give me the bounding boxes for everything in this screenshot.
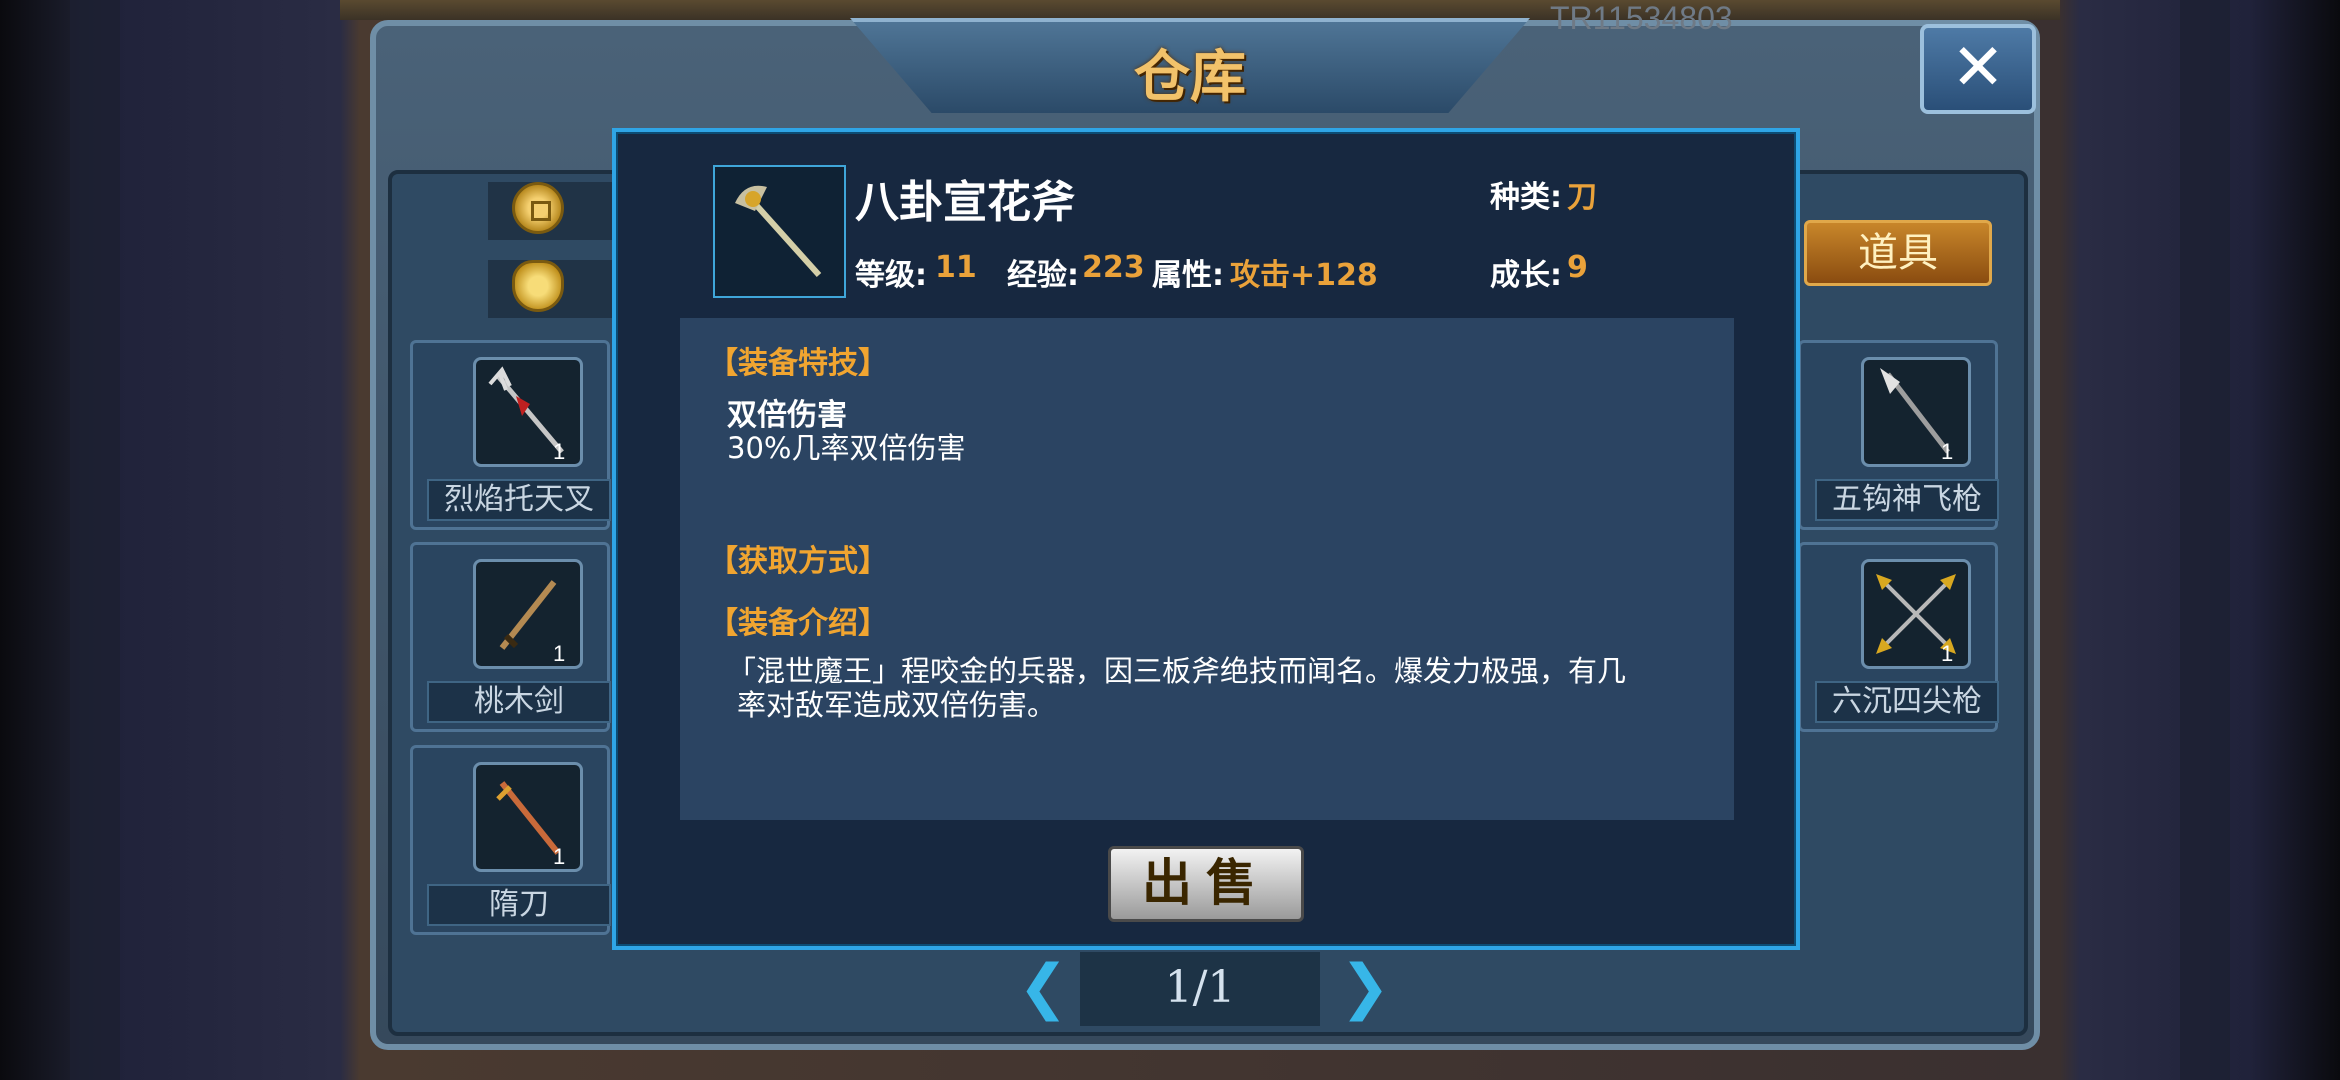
- background-top-bar: [340, 0, 2060, 20]
- spear-icon: [1861, 357, 1971, 467]
- chevron-right-icon: ❯: [1340, 952, 1391, 1022]
- close-button[interactable]: ✕: [1920, 24, 2036, 114]
- item-name: 八卦宣花斧: [855, 177, 1075, 228]
- level-label: 等级:: [855, 258, 927, 293]
- inventory-slot[interactable]: 1 五钩神飞枪: [1798, 340, 1999, 530]
- saber-icon: [473, 762, 583, 872]
- attr-value: 攻击+128: [1230, 258, 1378, 293]
- slot-item-name: 五钩神飞枪: [1815, 479, 1999, 521]
- page-indicator: 1/1: [1080, 952, 1320, 1026]
- crossed-spears-icon: [1861, 559, 1971, 669]
- player-id: TR11534803: [1550, 0, 1733, 36]
- intro-header: 【装备介绍】: [708, 606, 888, 641]
- attr-label: 属性:: [1152, 258, 1224, 293]
- type-value: 刀: [1567, 180, 1597, 215]
- intro-text-line2: 率对敌军造成双倍伤害。: [737, 688, 1057, 722]
- chevron-left-icon: ❮: [1018, 952, 1069, 1022]
- level-value: 11: [935, 250, 977, 285]
- type-label: 种类:: [1490, 180, 1562, 215]
- slot-quantity: 1: [1941, 641, 1954, 666]
- slot-item-name: 隋刀: [427, 884, 611, 926]
- inventory-slot[interactable]: 1 桃木剑: [410, 542, 611, 732]
- inventory-slot[interactable]: 1 六沉四尖枪: [1798, 542, 1999, 732]
- copper-coin-icon: [512, 182, 564, 234]
- slot-quantity: 1: [553, 439, 566, 464]
- exp-label: 经验:: [1007, 258, 1079, 293]
- skill-description: 30%几率双倍伤害: [727, 431, 966, 465]
- slot-item-name: 烈焰托天叉: [427, 479, 611, 521]
- slot-quantity: 1: [553, 844, 566, 869]
- skill-header: 【装备特技】: [708, 346, 888, 381]
- sword-icon: [473, 559, 583, 669]
- sell-button[interactable]: 出售: [1108, 846, 1304, 922]
- obtain-header: 【获取方式】: [708, 544, 888, 579]
- slot-quantity: 1: [553, 641, 566, 666]
- slot-item-name: 六沉四尖枪: [1815, 681, 1999, 723]
- tab-items[interactable]: 道具: [1804, 220, 1992, 286]
- trident-icon: [473, 357, 583, 467]
- slot-quantity: 1: [1941, 439, 1954, 464]
- growth-label: 成长:: [1490, 258, 1562, 293]
- growth-value: 9: [1567, 250, 1588, 285]
- background-pillar-right: [2180, 0, 2230, 1080]
- inventory-slot[interactable]: 1 烈焰托天叉: [410, 340, 611, 530]
- prev-page-button[interactable]: ❮: [1018, 952, 1068, 1026]
- page-title: 仓库: [1134, 44, 1246, 110]
- axe-icon: [713, 165, 846, 298]
- gold-ingot-icon: [512, 260, 564, 312]
- exp-value: 223: [1082, 250, 1145, 285]
- inventory-slot[interactable]: 1 隋刀: [410, 745, 611, 935]
- next-page-button[interactable]: ❯: [1340, 952, 1390, 1026]
- close-icon: ✕: [1951, 31, 2005, 105]
- slot-item-name: 桃木剑: [427, 681, 611, 723]
- background-pillar-left: [70, 0, 120, 1080]
